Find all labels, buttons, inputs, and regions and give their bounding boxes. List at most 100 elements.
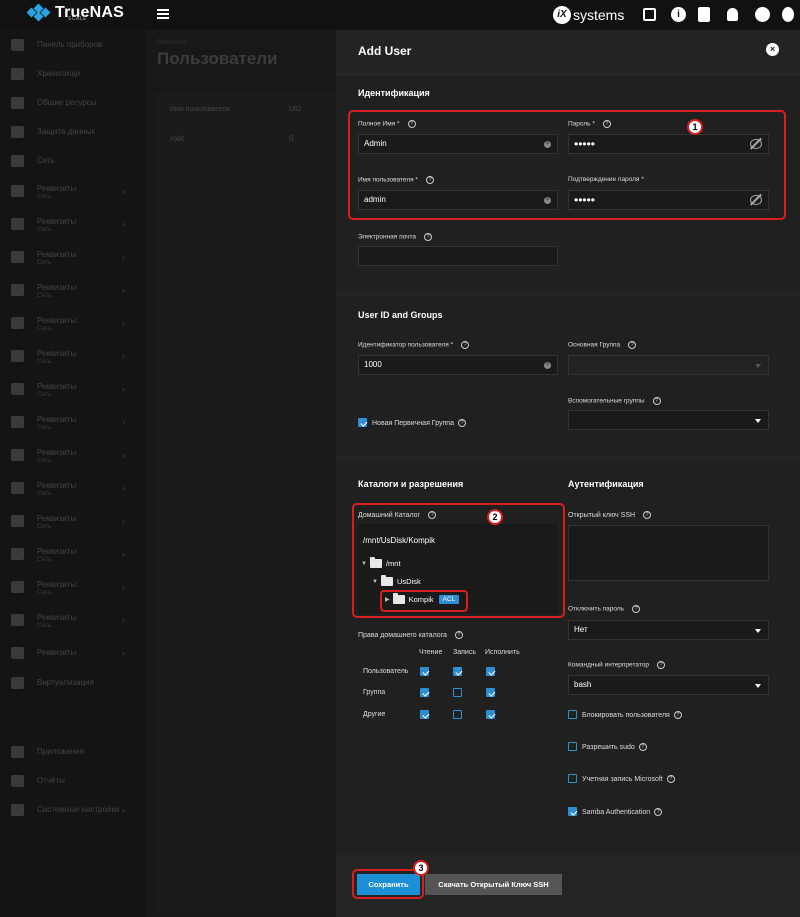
sidebar-item[interactable]: Реквизиты Сеть ›: [0, 275, 145, 304]
sidebar-item-sublabel: Сеть: [37, 622, 52, 629]
sidebar-item[interactable]: Виртуализация: [0, 668, 145, 697]
perm-other-read-checkbox[interactable]: [420, 710, 429, 719]
cell-username[interactable]: root: [170, 134, 184, 143]
sidebar-item[interactable]: Реквизиты Сеть ›: [0, 539, 145, 568]
disable-password-select[interactable]: Нет: [568, 620, 769, 640]
help-icon[interactable]: ?: [458, 419, 466, 427]
help-icon[interactable]: ?: [632, 605, 641, 613]
panel-header: Add User ×: [336, 30, 800, 75]
auth-title: Аутентификация: [568, 479, 644, 489]
sidebar-item[interactable]: Реквизиты Сеть ›: [0, 209, 145, 238]
sidebar-item-label: Реквизиты: [37, 580, 77, 589]
perm-user-exec-checkbox[interactable]: [486, 667, 495, 676]
sidebar-item[interactable]: Реквизиты Сеть ›: [0, 506, 145, 535]
perm-other-exec-checkbox[interactable]: [486, 710, 495, 719]
microsoft-account-checkbox[interactable]: [568, 774, 577, 783]
sidebar-item[interactable]: Реквизиты Сеть ›: [0, 572, 145, 601]
key-icon: [11, 646, 24, 659]
sidebar-item-sublabel: Сеть: [37, 259, 52, 266]
help-icon[interactable]: ?: [461, 341, 470, 349]
sidebar-item-label: Приложения: [37, 747, 84, 756]
help-icon[interactable]: ?: [673, 711, 682, 719]
chevron-down-icon: [755, 419, 761, 423]
clipboard-icon[interactable]: [698, 7, 710, 22]
help-icon[interactable]: ?: [666, 775, 675, 783]
download-ssh-key-button[interactable]: Скачать Открытый Ключ SSH: [425, 874, 562, 895]
clear-icon[interactable]: ×: [544, 362, 551, 369]
primary-group-select[interactable]: [568, 355, 769, 375]
help-icon[interactable]: ?: [454, 631, 463, 639]
sidebar-item[interactable]: Реквизиты Сеть ›: [0, 440, 145, 469]
lock-user-label: Блокировать пользователя?: [582, 711, 682, 719]
help-icon[interactable]: ?: [656, 661, 665, 669]
ix-systems-logo[interactable]: iX systems: [553, 6, 624, 24]
menu-toggle-icon[interactable]: [157, 9, 169, 19]
chevron-right-icon: ›: [122, 251, 125, 262]
sidebar-item[interactable]: Общие ресурсы: [0, 88, 145, 117]
ssh-key-label: Открытый ключ SSH?: [568, 511, 652, 519]
key-icon: [11, 349, 24, 362]
truecommand-icon[interactable]: [643, 8, 656, 21]
dashboard-icon: [11, 38, 24, 51]
sidebar-item[interactable]: Отчёты: [0, 766, 145, 795]
help-icon[interactable]: ?: [424, 233, 433, 241]
marker-2: 2: [487, 509, 503, 525]
sidebar-item-label: Реквизиты: [37, 648, 77, 657]
email-label: Электронная почта?: [358, 233, 433, 241]
column-username[interactable]: Имя пользователя: [170, 106, 230, 113]
perm-user-read-checkbox[interactable]: [420, 667, 429, 676]
help-icon[interactable]: ?: [628, 341, 637, 349]
sidebar-item[interactable]: Сеть: [0, 146, 145, 175]
perm-user-write-checkbox[interactable]: [453, 667, 462, 676]
sidebar-item[interactable]: Реквизиты Сеть ›: [0, 407, 145, 436]
email-input[interactable]: [358, 246, 558, 266]
sidebar-item[interactable]: Приложения: [0, 737, 145, 766]
sudo-checkbox[interactable]: [568, 742, 577, 751]
help-icon[interactable]: ?: [643, 511, 652, 519]
new-primary-group-checkbox[interactable]: [358, 418, 367, 427]
chevron-right-icon: ›: [122, 482, 125, 493]
sidebar-item-sublabel: Сеть: [37, 391, 52, 398]
sidebar-item[interactable]: Реквизиты Сеть ›: [0, 176, 145, 205]
lock-user-checkbox[interactable]: [568, 710, 577, 719]
account-icon[interactable]: [755, 7, 770, 22]
sidebar-item[interactable]: Системные настройки ›: [0, 795, 145, 824]
sidebar-item[interactable]: Защита данных: [0, 117, 145, 146]
sidebar-item[interactable]: Реквизиты Сеть ›: [0, 473, 145, 502]
samba-auth-checkbox[interactable]: [568, 807, 577, 816]
perm-row-other: Другие: [363, 711, 386, 718]
key-icon: [11, 316, 24, 329]
sidebar-item[interactable]: Реквизиты Сеть ›: [0, 605, 145, 634]
shell-select[interactable]: bash: [568, 675, 769, 695]
aux-groups-select[interactable]: [568, 410, 769, 430]
sidebar-item[interactable]: Реквизиты Сеть ›: [0, 374, 145, 403]
perm-group-exec-checkbox[interactable]: [486, 688, 495, 697]
ix-mark: iX: [553, 6, 571, 24]
info-icon[interactable]: i: [671, 7, 686, 22]
sidebar-item[interactable]: Хранилище: [0, 59, 145, 88]
close-icon[interactable]: ×: [766, 43, 779, 56]
sidebar-item[interactable]: Реквизиты Сеть ›: [0, 341, 145, 370]
perm-group-read-checkbox[interactable]: [420, 688, 429, 697]
sidebar-item-label: Панель приборов: [37, 40, 103, 49]
help-icon[interactable]: ?: [638, 743, 647, 751]
settings-icon: [11, 803, 24, 816]
sidebar-item-label: Общие ресурсы: [37, 98, 97, 107]
perm-other-write-checkbox[interactable]: [453, 710, 462, 719]
sidebar-item-sublabel: Сеть: [37, 556, 52, 563]
bell-icon[interactable]: [727, 8, 738, 21]
chevron-right-icon: ›: [122, 218, 125, 229]
uid-input[interactable]: 1000 ×: [358, 355, 558, 375]
column-uid[interactable]: UID: [289, 106, 301, 113]
sidebar-item[interactable]: Реквизиты Сеть ›: [0, 308, 145, 337]
help-icon[interactable]: ?: [652, 397, 661, 405]
perm-group-write-checkbox[interactable]: [453, 688, 462, 697]
power-icon[interactable]: [782, 7, 794, 22]
help-icon[interactable]: ?: [654, 808, 663, 816]
cell-uid[interactable]: 0: [289, 134, 293, 143]
breadcrumb[interactable]: Реквизиты: [157, 40, 186, 46]
sidebar-item[interactable]: Панель приборов: [0, 30, 145, 59]
ssh-key-textarea[interactable]: [568, 525, 769, 581]
sidebar-item[interactable]: Реквизиты Сеть ›: [0, 242, 145, 271]
sidebar-item[interactable]: Реквизиты ›: [0, 638, 145, 667]
